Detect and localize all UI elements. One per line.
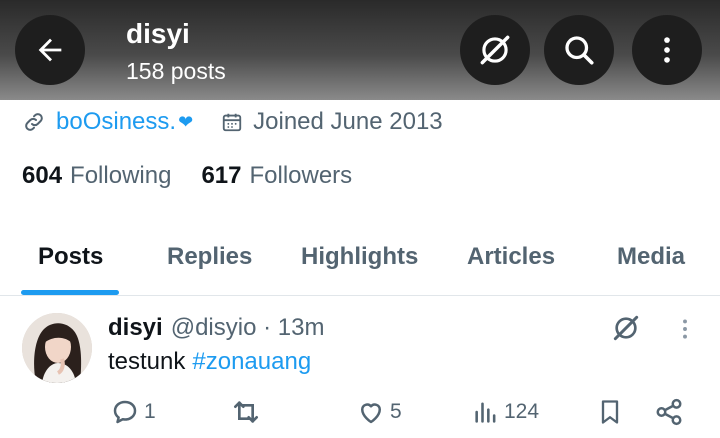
- divider: [0, 295, 720, 296]
- repost-button[interactable]: [230, 394, 262, 430]
- bookmark-button[interactable]: [596, 394, 624, 430]
- heart-icon: [361, 403, 381, 424]
- tab-replies[interactable]: Replies: [167, 222, 252, 292]
- like-button[interactable]: 5: [356, 394, 402, 430]
- blue-heart-icon: ❤: [178, 111, 194, 132]
- share-button[interactable]: [654, 394, 684, 430]
- profile-website-link[interactable]: boOsiness.: [56, 108, 176, 136]
- post-hashtag[interactable]: #zonauang: [192, 348, 311, 376]
- repost-icon: [234, 401, 258, 423]
- post-actions: 1 5 124: [0, 394, 720, 430]
- search-button[interactable]: [544, 15, 614, 85]
- profile-meta-row: boOsiness. ❤ Joined June 2013: [22, 106, 443, 138]
- profile-header: disyi 158 posts: [0, 0, 720, 100]
- calendar-icon: [222, 113, 242, 132]
- joined-date: Joined June 2013: [221, 108, 443, 136]
- post-body: testunk: [108, 348, 186, 375]
- followers-label[interactable]: Followers: [249, 162, 352, 190]
- tab-media[interactable]: Media: [617, 222, 685, 292]
- post-grok-button[interactable]: [610, 312, 642, 349]
- like-count: 5: [390, 400, 402, 423]
- bookmark-icon: [601, 400, 619, 424]
- post-more-button[interactable]: [676, 316, 694, 347]
- grok-icon: [613, 315, 639, 341]
- arrow-left-icon: [38, 38, 62, 62]
- follow-stats: 604 Following 617 Followers: [22, 160, 352, 192]
- views-count: 124: [504, 400, 540, 423]
- views-icon: [475, 402, 496, 423]
- followers-count[interactable]: 617: [201, 162, 241, 190]
- post-handle-time: @disyio · 13m: [170, 314, 325, 341]
- post-text: testunk #zonauang: [108, 346, 311, 378]
- more-button[interactable]: [632, 15, 702, 85]
- tab-posts[interactable]: Posts: [38, 222, 103, 292]
- reply-count: 1: [144, 400, 156, 423]
- reply-button[interactable]: 1: [110, 394, 156, 430]
- avatar[interactable]: [22, 313, 92, 383]
- reply-icon: [113, 400, 137, 424]
- avatar-image: [22, 313, 92, 383]
- back-button[interactable]: [15, 15, 85, 85]
- post-header: disyi @disyio · 13m: [108, 313, 324, 343]
- post-author-name[interactable]: disyi: [108, 314, 163, 342]
- profile-tabs: Posts Replies Highlights Articles Media: [0, 222, 720, 296]
- header-profile-name: disyi: [126, 18, 190, 49]
- views-button[interactable]: 124: [472, 394, 539, 430]
- following-count[interactable]: 604: [22, 162, 62, 190]
- share-icon: [656, 398, 682, 426]
- following-label[interactable]: Following: [70, 162, 171, 190]
- search-icon: [565, 36, 594, 65]
- header-posts-count: 158 posts: [126, 58, 226, 84]
- grok-icon: [480, 35, 510, 65]
- more-vertical-icon: [683, 319, 687, 339]
- more-vertical-icon: [664, 37, 670, 63]
- tab-highlights[interactable]: Highlights: [301, 222, 418, 292]
- link-icon: [25, 113, 43, 131]
- tab-articles[interactable]: Articles: [467, 222, 555, 292]
- grok-button[interactable]: [460, 15, 530, 85]
- joined-date-label: Joined June 2013: [253, 108, 443, 135]
